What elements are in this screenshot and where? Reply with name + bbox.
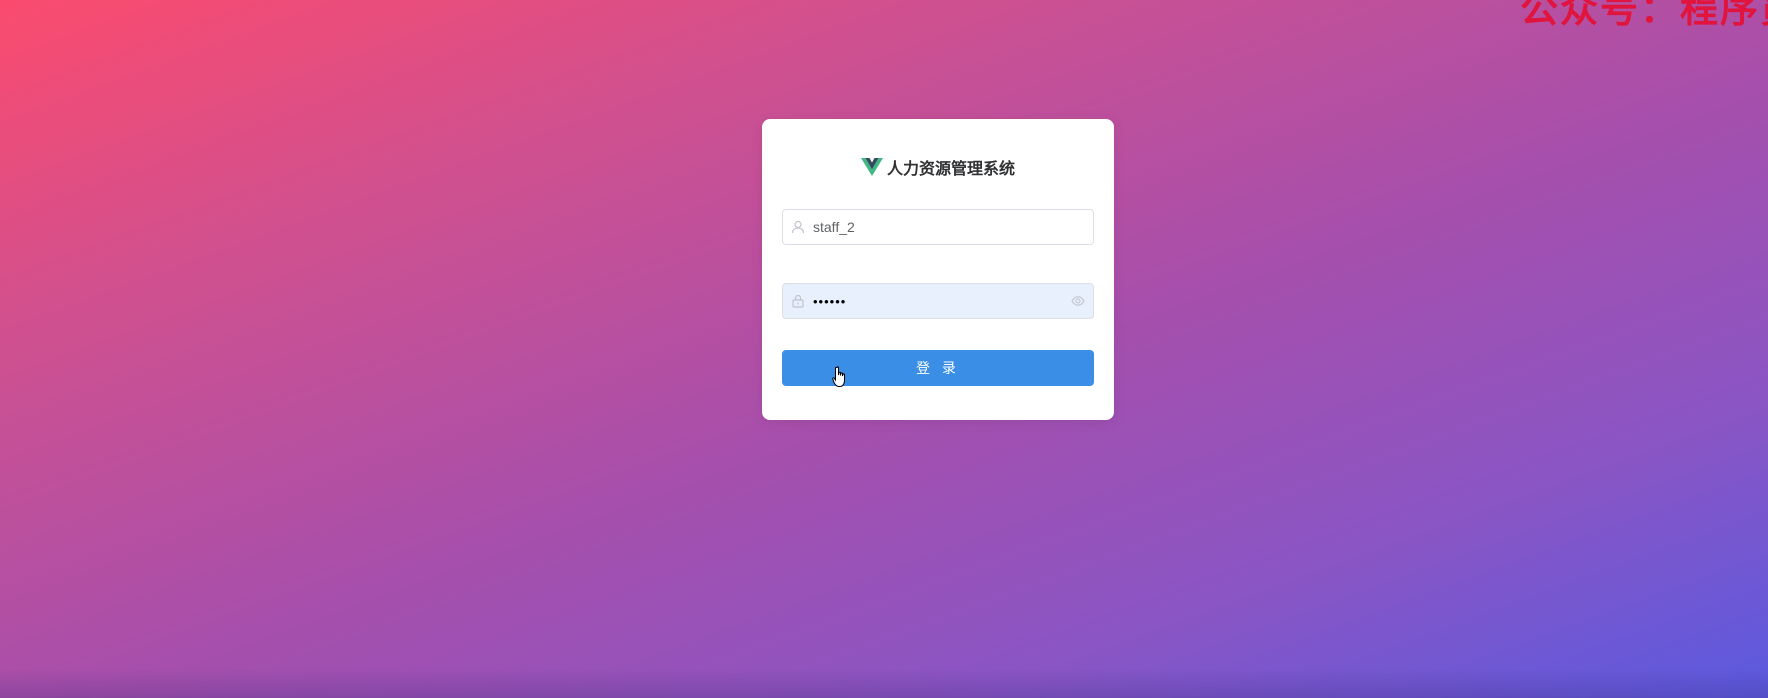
bottom-shade xyxy=(0,668,1768,698)
login-page: 公众号：程序员 人力资源管理系统 staff_2 xyxy=(0,0,1768,698)
login-button[interactable]: 登 录 xyxy=(782,350,1094,386)
login-card: 人力资源管理系统 staff_2 •••••• 登 录 xyxy=(762,119,1114,420)
password-field[interactable]: •••••• xyxy=(782,283,1094,319)
username-input[interactable]: staff_2 xyxy=(813,219,1093,235)
hand-pointer-cursor-icon xyxy=(832,366,850,388)
watermark-text: 公众号：程序员 xyxy=(1520,0,1768,31)
lock-icon xyxy=(783,294,813,308)
system-title: 人力资源管理系统 xyxy=(886,161,1015,178)
login-header: 人力资源管理系统 xyxy=(762,155,1114,179)
eye-icon[interactable] xyxy=(1063,296,1093,306)
user-icon xyxy=(783,220,813,234)
vue-logo-icon xyxy=(860,158,883,176)
password-input[interactable]: •••••• xyxy=(813,294,1063,309)
username-field[interactable]: staff_2 xyxy=(782,209,1094,245)
